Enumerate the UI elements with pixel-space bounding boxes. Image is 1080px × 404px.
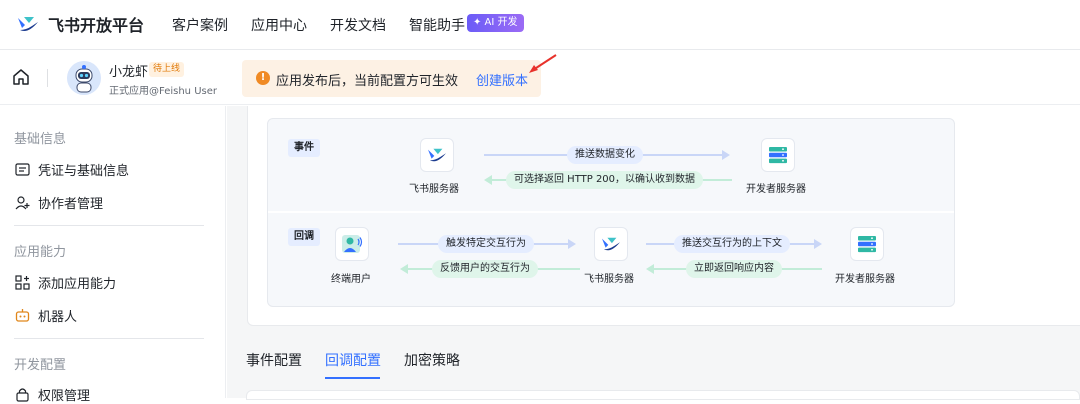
app-avatar [67, 61, 101, 95]
arrow-right-icon [722, 150, 730, 160]
divider [47, 69, 48, 87]
event-tag: 事件 [288, 139, 320, 157]
nav-ai-assistant[interactable]: 智能助手 [409, 15, 465, 35]
nav-customer-cases[interactable]: 客户案例 [172, 15, 228, 35]
event-backward-label: 可选择返回 HTTP 200，以确认收到数据 [506, 171, 704, 189]
sidebar-section-dev-config: 开发配置 [14, 358, 67, 373]
top-navbar: 飞书开放平台 客户案例 应用中心 开发文档 智能助手 ✦ AI 开发 [0, 0, 1080, 50]
create-version-link[interactable]: 创建版本 [476, 70, 528, 89]
server-icon [858, 236, 876, 253]
nav-dev-docs[interactable]: 开发文档 [330, 15, 386, 35]
event-forward-label: 推送数据变化 [567, 146, 643, 164]
user-add-icon [14, 195, 30, 211]
sidebar-item-collaborators[interactable]: 协作者管理 [14, 193, 103, 212]
tab-callback-config[interactable]: 回调配置 [325, 350, 381, 370]
sidebar-item-label: 凭证与基础信息 [38, 164, 130, 179]
callback-user-node-label: 终端用户 [331, 274, 371, 285]
arrow-left-icon [484, 175, 492, 185]
tab-encryption-policy[interactable]: 加密策略 [404, 350, 460, 370]
developer-server-node [761, 138, 795, 172]
nav-app-center[interactable]: 应用中心 [251, 15, 307, 35]
robot-icon [14, 308, 30, 324]
arrow-right-icon [568, 239, 576, 249]
end-user-node [335, 227, 369, 261]
server-icon [769, 147, 787, 164]
arrow-right-icon [814, 239, 822, 249]
event-right-node-label: 开发者服务器 [746, 184, 806, 195]
app-name: 小龙虾 [109, 65, 149, 80]
callback-forward2-label: 推送交互行为的上下文 [674, 235, 790, 253]
callback-tag: 回调 [288, 228, 320, 246]
callback-backward2-label: 立即返回响应内容 [686, 260, 782, 278]
sidebar-section-basic: 基础信息 [14, 132, 67, 147]
feishu-logo-icon [602, 237, 620, 251]
sidebar-item-label: 机器人 [38, 310, 78, 325]
feishu-logo-icon [18, 17, 38, 31]
sidebar-divider [14, 225, 204, 226]
callback-right-node-label: 开发者服务器 [835, 274, 895, 285]
logo[interactable]: 飞书开放平台 [16, 12, 144, 36]
sidebar-item-label: 添加应用能力 [38, 277, 117, 292]
feishu-server-node [594, 227, 628, 261]
callback-middle-node-label: 飞书服务器 [584, 274, 634, 285]
developer-server-node [850, 227, 884, 261]
flow-divider [268, 211, 954, 213]
sidebar-item-bot[interactable]: 机器人 [14, 306, 77, 325]
id-card-icon [14, 162, 30, 178]
sidebar-item-add-capability[interactable]: 添加应用能力 [14, 273, 116, 292]
red-arrow-annotation-icon [529, 54, 557, 73]
arrow-left-icon [400, 264, 408, 274]
arrow-left-icon [646, 264, 654, 274]
callback-forward1-label: 触发特定交互行为 [438, 235, 534, 253]
user-voice-icon [342, 235, 363, 253]
app-status-badge: 待上线 [149, 62, 185, 77]
apps-add-icon [14, 275, 30, 291]
ai-dev-badge[interactable]: ✦ AI 开发 [467, 14, 524, 32]
sidebar-divider [14, 338, 204, 339]
logo-text: 飞书开放平台 [48, 16, 145, 35]
notice-text: 应用发布后，当前配置方可生效 [276, 74, 459, 89]
feishu-logo-icon [428, 148, 446, 162]
sidebar-item-label: 协作者管理 [38, 197, 104, 212]
sidebar-item-label: 权限管理 [38, 389, 91, 404]
tab-event-config[interactable]: 事件配置 [246, 350, 302, 370]
sidebar-item-credentials[interactable]: 凭证与基础信息 [14, 160, 129, 179]
callback-backward1-label: 反馈用户的交互行为 [432, 260, 538, 278]
sidebar-section-capabilities: 应用能力 [14, 245, 67, 260]
app-subtitle: 正式应用@Feishu User [109, 86, 217, 97]
publish-notice: ! 应用发布后，当前配置方可生效 创建版本 [242, 60, 541, 97]
sidebar: 基础信息 凭证与基础信息 协作者管理 应用能力 添加应用能力 机器人 开发配置 … [0, 106, 226, 404]
event-left-node-label: 飞书服务器 [409, 184, 459, 195]
active-tab-indicator [325, 377, 380, 379]
warning-icon: ! [256, 71, 270, 85]
robot-avatar-icon [67, 61, 101, 95]
sidebar-item-permissions[interactable]: 权限管理 [14, 385, 90, 404]
feishu-server-node [420, 138, 454, 172]
lock-icon [14, 387, 30, 403]
home-icon[interactable] [12, 68, 30, 86]
config-panel [246, 390, 1080, 400]
